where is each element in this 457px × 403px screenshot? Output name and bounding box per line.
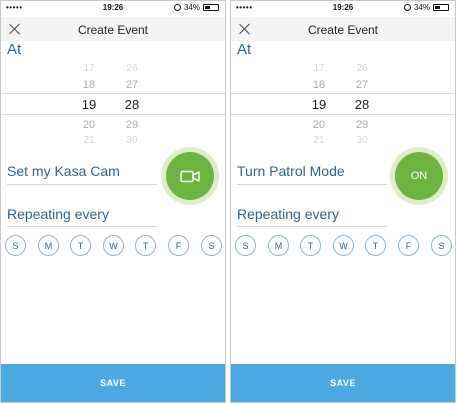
at-label: At xyxy=(237,41,252,58)
picker-selection-band xyxy=(1,93,225,115)
day-sunday[interactable]: S xyxy=(235,235,256,256)
repeat-label: Repeating every xyxy=(7,206,109,222)
selected-hour: 19 xyxy=(311,97,327,112)
hour-option: 18 xyxy=(82,79,96,91)
hour-wheel[interactable]: 17 18 19 20 21 xyxy=(72,61,106,149)
location-icon xyxy=(173,4,181,11)
day-thursday[interactable]: T xyxy=(135,235,156,256)
day-saturday[interactable]: S xyxy=(201,235,222,256)
hour-option: 18 xyxy=(312,79,326,91)
divider xyxy=(7,184,157,185)
page-title: Create Event xyxy=(307,23,379,37)
minute-wheel[interactable]: 26 27 28 29 30 xyxy=(115,61,149,149)
divider xyxy=(237,184,387,185)
status-right: 34% xyxy=(173,3,219,12)
minute-option: 26 xyxy=(356,63,368,74)
day-sunday[interactable]: S xyxy=(5,235,26,256)
day-wednesday[interactable]: W xyxy=(333,235,354,256)
selected-minute: 28 xyxy=(124,97,140,112)
action-button-ring: ON xyxy=(390,147,448,205)
location-icon xyxy=(403,4,411,11)
canvas: ••••• 19:26 34% Create Event At 17 18 19… xyxy=(0,0,457,403)
action-label: Turn Patrol Mode xyxy=(237,163,345,179)
time-picker[interactable]: 17 18 19 20 21 26 27 28 29 30 xyxy=(1,61,225,146)
minute-option: 26 xyxy=(126,63,138,74)
hour-option: 20 xyxy=(82,119,96,131)
repeat-label: Repeating every xyxy=(237,206,339,222)
minute-option: 29 xyxy=(125,119,139,131)
page-title: Create Event xyxy=(77,23,149,37)
minute-option: 27 xyxy=(355,79,369,91)
minute-option: 30 xyxy=(356,135,368,146)
day-monday[interactable]: M xyxy=(268,235,289,256)
action-label: Set my Kasa Cam xyxy=(7,163,120,179)
day-monday[interactable]: M xyxy=(38,235,59,256)
minute-option: 30 xyxy=(126,135,138,146)
header: Create Event xyxy=(1,17,225,41)
battery-percent: 34% xyxy=(413,3,430,12)
battery-percent: 34% xyxy=(183,3,200,12)
selected-hour: 19 xyxy=(81,97,97,112)
video-camera-icon xyxy=(180,170,200,182)
hour-wheel[interactable]: 17 18 19 20 21 xyxy=(302,61,336,149)
create-event-screen-patrol: ••••• 19:26 34% Create Event At 17 18 19… xyxy=(230,0,456,403)
save-button[interactable]: SAVE xyxy=(231,364,455,402)
hour-option: 21 xyxy=(313,135,325,146)
at-label: At xyxy=(7,41,22,58)
minute-wheel[interactable]: 26 27 28 29 30 xyxy=(345,61,379,149)
status-bar: ••••• 19:26 34% xyxy=(1,1,225,15)
save-button[interactable]: SAVE xyxy=(1,364,225,402)
hour-option: 17 xyxy=(83,63,95,74)
day-friday[interactable]: F xyxy=(398,235,419,256)
weekday-selector: S M T W T F S xyxy=(5,235,223,259)
day-wednesday[interactable]: W xyxy=(103,235,124,256)
patrol-mode-on-button[interactable]: ON xyxy=(395,152,443,200)
selected-minute: 28 xyxy=(354,97,370,112)
header: Create Event xyxy=(231,17,455,41)
status-right: 34% xyxy=(403,3,449,12)
status-bar: ••••• 19:26 34% xyxy=(231,1,455,15)
minute-option: 27 xyxy=(125,79,139,91)
divider xyxy=(237,226,387,227)
day-tuesday[interactable]: T xyxy=(300,235,321,256)
divider xyxy=(7,226,157,227)
hour-option: 20 xyxy=(312,119,326,131)
hour-option: 17 xyxy=(313,63,325,74)
weekday-selector: S M T W T F S xyxy=(235,235,453,259)
camera-action-button[interactable] xyxy=(166,152,214,200)
minute-option: 29 xyxy=(355,119,369,131)
day-saturday[interactable]: S xyxy=(431,235,452,256)
create-event-screen-cam: ••••• 19:26 34% Create Event At 17 18 19… xyxy=(0,0,226,403)
battery-icon xyxy=(433,4,449,11)
hour-option: 21 xyxy=(83,135,95,146)
day-thursday[interactable]: T xyxy=(365,235,386,256)
time-picker[interactable]: 17 18 19 20 21 26 27 28 29 30 xyxy=(231,61,455,146)
day-friday[interactable]: F xyxy=(168,235,189,256)
battery-icon xyxy=(203,4,219,11)
day-tuesday[interactable]: T xyxy=(70,235,91,256)
action-button-ring xyxy=(161,147,219,205)
picker-selection-band xyxy=(231,93,455,115)
